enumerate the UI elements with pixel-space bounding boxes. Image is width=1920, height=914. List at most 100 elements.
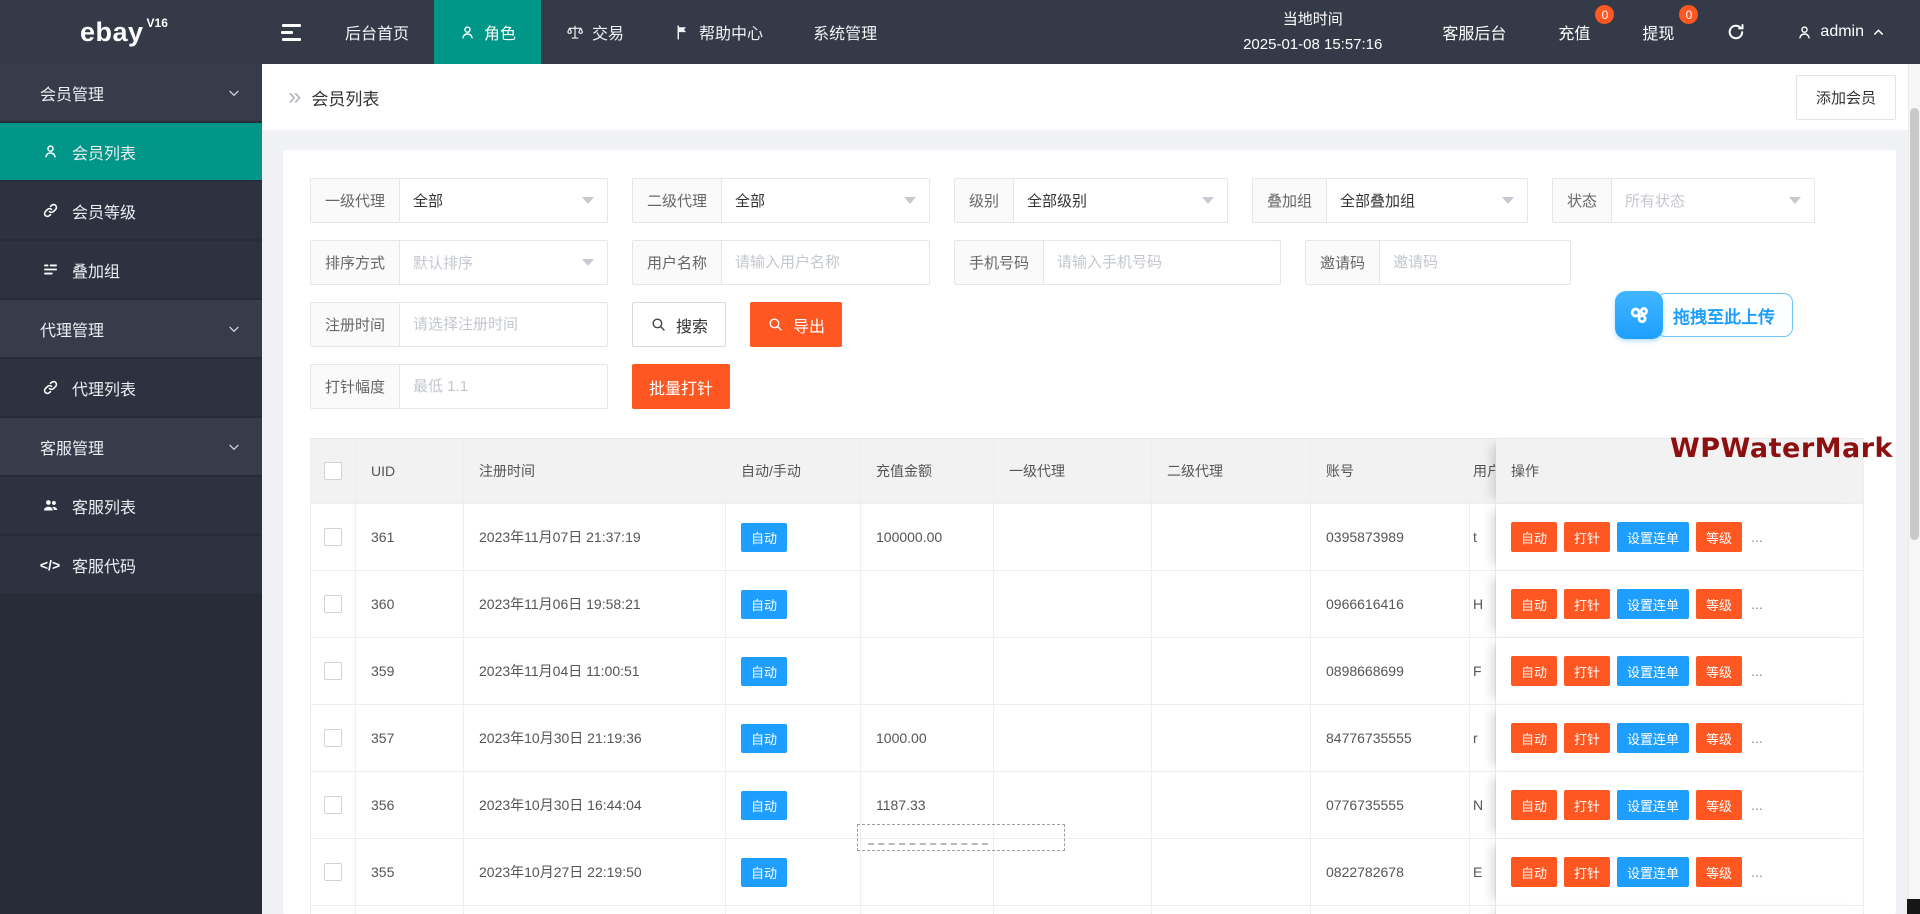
sidebar-item-member-level[interactable]: 会员等级: [0, 182, 262, 239]
scrollbar-thumb[interactable]: [1910, 108, 1919, 540]
table-row: 361 2023年11月07日 21:37:19 自动 100000.00 03…: [310, 504, 1866, 571]
action-set-chain-button[interactable]: 设置连单: [1617, 589, 1690, 619]
row-checkbox[interactable]: [324, 595, 342, 613]
cell-agent1: [994, 772, 1152, 839]
recharge-link[interactable]: 充值 0: [1532, 0, 1616, 64]
row-checkbox[interactable]: [324, 863, 342, 881]
action-level-button[interactable]: 等级: [1696, 589, 1743, 619]
cell-actions: 自动 打针 设置连单 等级 ...: [1496, 772, 1864, 839]
cell-uid: 361: [356, 504, 464, 571]
batch-inject-button[interactable]: 批量打针: [632, 364, 731, 409]
select-all-checkbox[interactable]: [324, 462, 342, 480]
top-navbar: ebay V16 后台首页 角色 交易 帮助中心 系统管理 当地时间 2025-…: [0, 0, 1920, 64]
sidebar-item-agent-list[interactable]: 代理列表: [0, 359, 262, 416]
table-row: 359 2023年11月04日 11:00:51 自动 0898668699 F…: [310, 638, 1866, 705]
nav-item-system[interactable]: 系统管理: [788, 0, 902, 64]
refresh-icon[interactable]: [1700, 0, 1772, 64]
more-actions[interactable]: ...: [1751, 663, 1763, 679]
cell-agent2: [1152, 772, 1311, 839]
service-backend-link[interactable]: 客服后台: [1416, 0, 1532, 64]
action-set-chain-button[interactable]: 设置连单: [1617, 857, 1690, 887]
action-level-button[interactable]: 等级: [1696, 656, 1743, 686]
filter-sort: 排序方式 默认排序: [310, 240, 608, 285]
person-icon: [40, 143, 60, 160]
export-button[interactable]: 导出: [750, 302, 843, 347]
withdraw-link[interactable]: 提现 0: [1616, 0, 1700, 64]
cell-user-clipped: F: [1470, 638, 1496, 705]
col-account: 账号: [1311, 438, 1470, 504]
row-checkbox[interactable]: [324, 796, 342, 814]
action-inject-button[interactable]: 打针: [1564, 857, 1611, 887]
sidebar-collapse-icon[interactable]: [262, 0, 320, 64]
agent2-select[interactable]: 全部: [722, 178, 930, 223]
more-actions[interactable]: ...: [1751, 730, 1763, 746]
nav-item-roles[interactable]: 角色: [434, 0, 542, 64]
search-button[interactable]: 搜索: [632, 302, 727, 347]
nav-item-help[interactable]: 帮助中心: [649, 0, 788, 64]
action-inject-button[interactable]: 打针: [1564, 589, 1611, 619]
cell-agent2: [1152, 638, 1311, 705]
filter-level: 级别 全部级别: [954, 178, 1228, 223]
more-actions[interactable]: ...: [1751, 797, 1763, 813]
row-checkbox[interactable]: [324, 662, 342, 680]
user-menu[interactable]: admin: [1772, 0, 1920, 64]
sidebar-group-member-management[interactable]: 会员管理: [0, 64, 262, 121]
table-row: 360 2023年11月06日 19:58:21 自动 0966616416 H…: [310, 571, 1866, 638]
action-auto-button[interactable]: 自动: [1511, 723, 1558, 753]
action-set-chain-button[interactable]: 设置连单: [1617, 656, 1690, 686]
cell-uid: 360: [356, 571, 464, 638]
scrollbar-corner: [1907, 899, 1920, 914]
row-checkbox[interactable]: [324, 528, 342, 546]
stack-group-select[interactable]: 全部叠加组: [1327, 178, 1528, 223]
action-auto-button[interactable]: 自动: [1511, 589, 1558, 619]
action-inject-button[interactable]: 打针: [1564, 790, 1611, 820]
phone-input[interactable]: [1057, 254, 1267, 271]
more-actions[interactable]: ...: [1751, 864, 1763, 880]
more-actions[interactable]: ...: [1751, 596, 1763, 612]
action-level-button[interactable]: 等级: [1696, 857, 1743, 887]
auto-mode-badge: 自动: [741, 656, 788, 686]
action-auto-button[interactable]: 自动: [1511, 790, 1558, 820]
status-select[interactable]: 所有状态: [1612, 178, 1815, 223]
action-set-chain-button[interactable]: 设置连单: [1617, 522, 1690, 552]
action-level-button[interactable]: 等级: [1696, 790, 1743, 820]
username: admin: [1820, 23, 1864, 40]
sidebar-item-member-list[interactable]: 会员列表: [0, 123, 262, 180]
vertical-scrollbar[interactable]: [1908, 64, 1920, 914]
sidebar-item-service-list[interactable]: 客服列表: [0, 477, 262, 534]
action-set-chain-button[interactable]: 设置连单: [1617, 723, 1690, 753]
action-inject-button[interactable]: 打针: [1564, 656, 1611, 686]
sidebar-item-stack-group[interactable]: 叠加组: [0, 241, 262, 298]
username-input[interactable]: [735, 254, 916, 271]
local-time-label: 当地时间: [1282, 10, 1343, 28]
add-member-button[interactable]: 添加会员: [1795, 74, 1896, 120]
action-auto-button[interactable]: 自动: [1511, 522, 1558, 552]
invite-code-input[interactable]: [1393, 254, 1557, 271]
nav-item-home[interactable]: 后台首页: [320, 0, 434, 64]
row-checkbox[interactable]: [324, 729, 342, 747]
table-row: 355 2023年10月27日 22:19:50 自动 0822782678 E…: [310, 839, 1866, 906]
cell-account: 84776735555: [1311, 705, 1470, 772]
action-level-button[interactable]: 等级: [1696, 723, 1743, 753]
agent1-select[interactable]: 全部: [400, 178, 608, 223]
sidebar-item-service-code[interactable]: </> 客服代码: [0, 536, 262, 593]
sort-select[interactable]: 默认排序: [400, 240, 608, 285]
nav-item-trade[interactable]: 交易: [541, 0, 649, 64]
sidebar-group-agent-management[interactable]: 代理管理: [0, 300, 262, 357]
action-auto-button[interactable]: 自动: [1511, 656, 1558, 686]
level-select[interactable]: 全部级别: [1014, 178, 1228, 223]
action-auto-button[interactable]: 自动: [1511, 857, 1558, 887]
upload-dropzone[interactable]: 拖拽至此上传: [1615, 291, 1793, 339]
main-content: 一级代理 全部 二级代理 全部 级别 全部级别 叠加组 全部叠加组 状态 所有状…: [262, 130, 1920, 914]
action-inject-button[interactable]: 打针: [1564, 723, 1611, 753]
action-set-chain-button[interactable]: 设置连单: [1617, 790, 1690, 820]
sidebar-group-service-management[interactable]: 客服管理: [0, 418, 262, 475]
reg-time-input[interactable]: [413, 316, 594, 333]
action-inject-button[interactable]: 打针: [1564, 522, 1611, 552]
inject-range-input[interactable]: [413, 378, 594, 395]
cell-user-clipped: t: [1470, 504, 1496, 571]
more-actions[interactable]: ...: [1751, 529, 1763, 545]
action-level-button[interactable]: 等级: [1696, 522, 1743, 552]
chevron-down-icon: [226, 439, 242, 455]
cell-agent1: [994, 839, 1152, 906]
